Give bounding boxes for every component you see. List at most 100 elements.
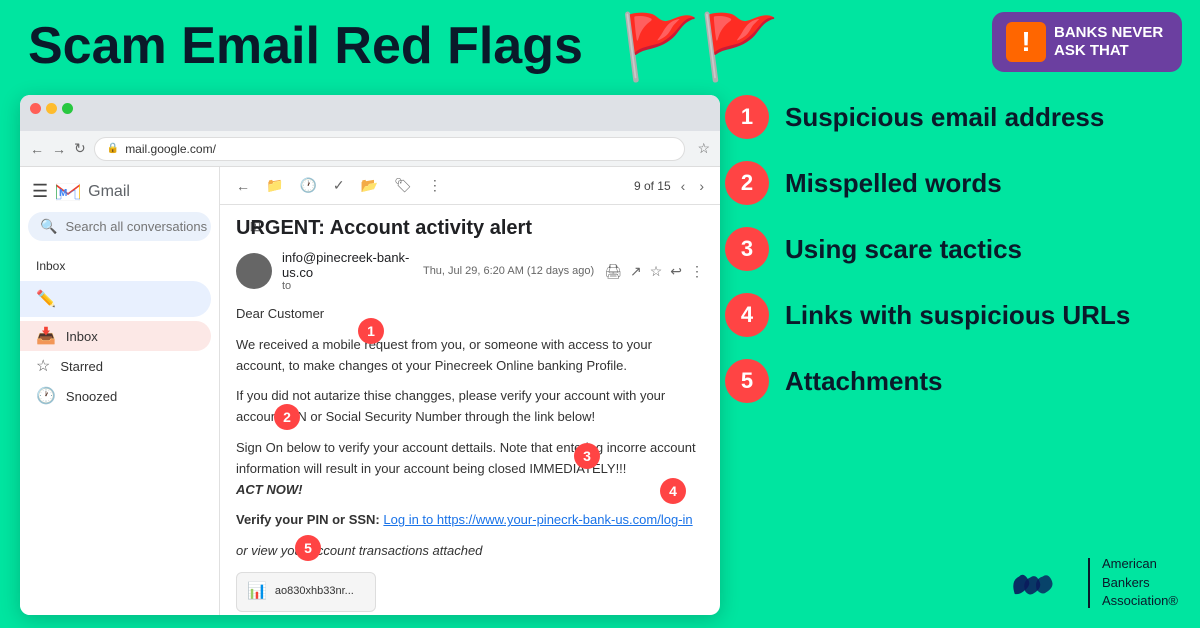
badge-3: 3 bbox=[574, 443, 600, 469]
dot-yellow[interactable] bbox=[46, 103, 57, 114]
url-text: mail.google.com/ bbox=[125, 142, 216, 156]
flag-item-1: 1 Suspicious email address bbox=[725, 95, 1185, 139]
email-actions: 🖨 ↗ ☆ ↩ ⋮ bbox=[604, 263, 704, 280]
dot-green[interactable] bbox=[62, 103, 73, 114]
sidebar-item-starred[interactable]: ☆ Starred bbox=[20, 351, 219, 381]
aba-text: American Bankers Association® bbox=[1102, 555, 1178, 610]
body-p3-text: Sign On below to verify your account det… bbox=[236, 440, 696, 476]
more-button[interactable]: ⋮ bbox=[424, 173, 446, 198]
flag-item-4: 4 Links with suspicious URLs bbox=[725, 293, 1185, 337]
flag-item-5: 5 Attachments bbox=[725, 359, 1185, 403]
flag-label-2: Misspelled words bbox=[785, 168, 1002, 199]
flag-label-1: Suspicious email address bbox=[785, 102, 1104, 133]
flag-num-5: 5 bbox=[725, 359, 769, 403]
gmail-search-bar[interactable]: 🔍 ⊞ bbox=[28, 212, 211, 241]
reply-button[interactable]: ↩ bbox=[670, 263, 682, 280]
browser-chrome bbox=[20, 95, 720, 131]
toolbar-right: 9 of 15 ‹ › bbox=[634, 174, 708, 198]
verify-line: Verify your PIN or SSN: Log in to https:… bbox=[236, 510, 704, 531]
inbox-icon: 📥 bbox=[36, 326, 56, 346]
sidebar-nav: Inbox ✏️ 📥 Inbox ☆ Starred 🕐 Snoozed bbox=[20, 249, 219, 415]
email-toolbar: ← 📁 🕐 ✓ 📂 🏷 ⋮ 9 of 15 ‹ › bbox=[220, 167, 720, 205]
search-input[interactable] bbox=[65, 219, 241, 234]
aba-area: American Bankers Association® bbox=[1006, 555, 1178, 610]
flag-label-5: Attachments bbox=[785, 366, 942, 397]
attachment-preview[interactable]: 📊 ao830xhb33nr... bbox=[236, 572, 376, 612]
page-title: Scam Email Red Flags bbox=[28, 18, 583, 75]
back-button[interactable]: ← bbox=[30, 141, 44, 157]
address-input[interactable]: 🔒 mail.google.com/ bbox=[94, 137, 686, 161]
flag-num-4: 4 bbox=[725, 293, 769, 337]
back-to-inbox-button[interactable]: ← bbox=[232, 174, 254, 198]
clock-button[interactable]: 🕐 bbox=[295, 173, 320, 198]
from-info: info@pinecreek-bank-us.co to bbox=[282, 250, 413, 292]
next-email-button[interactable]: › bbox=[695, 174, 708, 198]
gmail-text: Gmail bbox=[88, 183, 130, 201]
more-options-button[interactable]: ⋮ bbox=[690, 263, 704, 280]
browser-dots bbox=[30, 103, 710, 114]
email-from-row: info@pinecreek-bank-us.co to Thu, Jul 29… bbox=[236, 250, 704, 292]
mail-label: Inbox bbox=[36, 257, 203, 275]
attachment-name: ao830xhb33nr... bbox=[275, 583, 354, 601]
bookmark-icon[interactable]: ☆ bbox=[697, 140, 710, 157]
dot-red[interactable] bbox=[30, 103, 41, 114]
badge-1: 1 bbox=[358, 318, 384, 344]
flags-panel: 1 Suspicious email address 2 Misspelled … bbox=[725, 95, 1185, 425]
gmail-header-bar: ☰ M Gmail bbox=[20, 175, 219, 212]
folder-button[interactable]: 📂 bbox=[357, 173, 382, 198]
urgent-text: ACT NOW! bbox=[236, 482, 302, 497]
snoozed-icon: 🕐 bbox=[36, 386, 56, 406]
avatar bbox=[236, 253, 272, 289]
reload-button[interactable]: ↻ bbox=[74, 140, 86, 157]
sidebar-item-inbox[interactable]: 📥 Inbox bbox=[20, 321, 211, 351]
flag-label-4: Links with suspicious URLs bbox=[785, 300, 1130, 331]
flag-num-3: 3 bbox=[725, 227, 769, 271]
gmail-logo: M bbox=[56, 183, 80, 201]
snoozed-label: Snoozed bbox=[66, 389, 117, 404]
pagination-text: 9 of 15 bbox=[634, 179, 671, 193]
badge-4: 4 bbox=[660, 478, 686, 504]
prev-email-button[interactable]: ‹ bbox=[677, 174, 690, 198]
flag-item-2: 2 Misspelled words bbox=[725, 161, 1185, 205]
compose-button[interactable]: ✏️ bbox=[20, 281, 211, 317]
flag-label-3: Using scare tactics bbox=[785, 234, 1022, 265]
file-icon: 📊 bbox=[247, 579, 267, 605]
body-paragraph-3: Sign On below to verify your account det… bbox=[236, 438, 704, 500]
lock-icon: 🔒 bbox=[107, 143, 119, 154]
greeting: Dear Customer bbox=[236, 304, 704, 325]
badge-text: BANKS NEVER ASK THAT bbox=[1054, 24, 1163, 60]
flag-num-2: 2 bbox=[725, 161, 769, 205]
star-email-button[interactable]: ☆ bbox=[650, 263, 663, 280]
exclamation-icon: ! bbox=[1006, 22, 1046, 62]
sidebar-item-snoozed[interactable]: 🕐 Snoozed bbox=[20, 381, 219, 411]
toolbar-left: ← 📁 🕐 ✓ 📂 🏷 ⋮ bbox=[232, 173, 446, 198]
browser-mockup: ← → ↻ 🔒 mail.google.com/ ☆ ☰ bbox=[20, 95, 720, 615]
archive-button[interactable]: 📁 bbox=[262, 173, 287, 198]
search-icon: 🔍 bbox=[40, 218, 57, 235]
from-email: info@pinecreek-bank-us.co bbox=[282, 250, 413, 280]
to-field: to bbox=[282, 280, 413, 292]
email-subject: URGENT: Account activity alert bbox=[236, 217, 704, 240]
badge-2: 2 bbox=[274, 404, 300, 430]
email-body: Dear Customer We received a mobile reque… bbox=[236, 304, 704, 612]
flag-emoji: 🚩🚩 bbox=[620, 10, 779, 85]
tag-button[interactable]: 🏷 bbox=[390, 173, 416, 198]
starred-label: Starred bbox=[60, 359, 103, 374]
banks-badge: ! BANKS NEVER ASK THAT bbox=[992, 12, 1182, 72]
hamburger-icon[interactable]: ☰ bbox=[32, 181, 48, 202]
external-link-button[interactable]: ↗ bbox=[630, 263, 642, 280]
gmail-area: ☰ M Gmail 🔍 ⊞ bbox=[20, 167, 720, 615]
check-button[interactable]: ✓ bbox=[329, 173, 349, 198]
body-paragraph-1: We received a mobile request from you, o… bbox=[236, 335, 704, 377]
svg-text:M: M bbox=[59, 188, 67, 199]
inbox-label: Inbox bbox=[66, 329, 98, 344]
body-paragraph-2: If you did not autarize thise changges, … bbox=[236, 386, 704, 428]
print-button[interactable]: 🖨 bbox=[604, 263, 622, 280]
forward-button[interactable]: → bbox=[52, 141, 66, 157]
badge-5: 5 bbox=[295, 535, 321, 561]
gmail-sidebar: ☰ M Gmail 🔍 ⊞ bbox=[20, 167, 220, 615]
aba-divider bbox=[1088, 558, 1090, 608]
verify-label: Verify your PIN or SSN: bbox=[236, 512, 380, 527]
address-bar-area: ← → ↻ 🔒 mail.google.com/ ☆ bbox=[20, 131, 720, 167]
link-text[interactable]: Log in to https://www.your-pinecrk-bank-… bbox=[383, 512, 692, 527]
